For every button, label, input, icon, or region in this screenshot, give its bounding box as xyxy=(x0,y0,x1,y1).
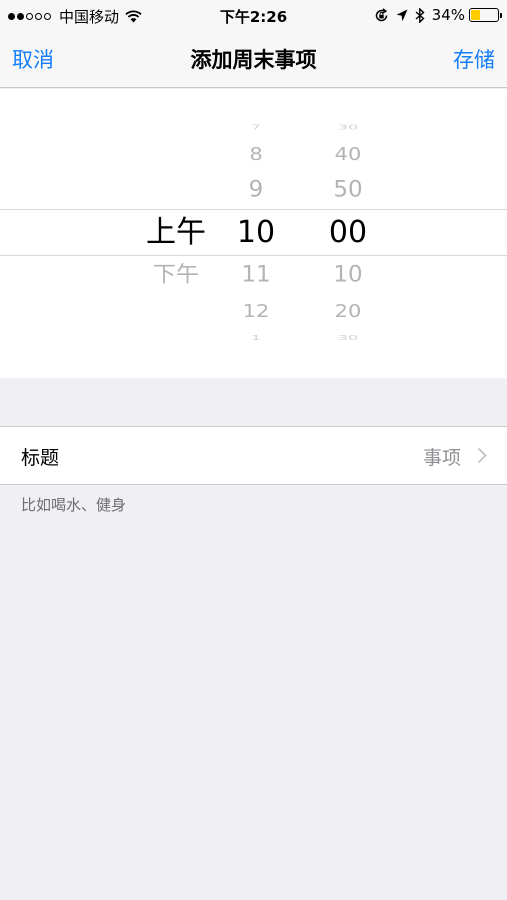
rotation-lock-icon xyxy=(375,7,387,21)
hour-wheel[interactable]: 7 8 9 10 11 12 1 xyxy=(222,89,290,378)
time-picker[interactable]: 上午下午 7 8 9 10 11 12 1 30 40 50 00 10 20 30 xyxy=(0,89,507,378)
battery-tip xyxy=(500,13,502,18)
ampm-option[interactable]: 下午 xyxy=(140,264,212,286)
save-button[interactable]: 存储 xyxy=(453,44,495,74)
minute-wheel[interactable]: 30 40 50 00 10 20 30 xyxy=(312,89,384,378)
hours-option[interactable]: 8 xyxy=(222,145,290,163)
title-hint: 比如喝水、健身 xyxy=(21,496,127,514)
status-right: 34% xyxy=(374,6,502,24)
chevron-right-icon xyxy=(477,447,487,464)
hours-option[interactable]: 9 xyxy=(222,179,290,201)
hours-option[interactable]: 1 xyxy=(222,334,290,341)
title-row-label: 标题 xyxy=(21,447,60,469)
battery-icon xyxy=(469,8,502,22)
minutes-option[interactable]: 30 xyxy=(312,123,384,130)
minutes-option[interactable]: 40 xyxy=(312,145,384,163)
navigation-bar: 取消 添加周末事项 存储 xyxy=(0,30,507,88)
location-arrow-icon xyxy=(396,9,408,21)
title-row-value: 事项 xyxy=(422,447,461,469)
minutes-option[interactable]: 20 xyxy=(312,302,384,320)
hours-option[interactable]: 12 xyxy=(222,302,290,320)
minutes-option[interactable]: 50 xyxy=(312,179,384,201)
ampm-option[interactable]: 上午 xyxy=(140,218,212,248)
hours-option[interactable]: 11 xyxy=(222,264,290,286)
ampm-wheel[interactable]: 上午 下午 xyxy=(140,89,212,378)
status-bar: 中国移动 下午2:26 34% xyxy=(0,0,507,30)
hours-option[interactable]: 10 xyxy=(222,218,290,248)
minutes-option[interactable]: 00 xyxy=(312,218,384,248)
battery-percent: 34% xyxy=(431,6,465,24)
battery-fill xyxy=(471,10,480,20)
hours-option[interactable]: 7 xyxy=(222,123,290,130)
minutes-option[interactable]: 10 xyxy=(312,264,384,286)
minutes-option[interactable]: 30 xyxy=(312,334,384,341)
page-title: 添加周末事项 xyxy=(190,48,317,72)
title-row[interactable]: 标题 事项 xyxy=(0,426,507,485)
bluetooth-icon xyxy=(415,7,425,23)
